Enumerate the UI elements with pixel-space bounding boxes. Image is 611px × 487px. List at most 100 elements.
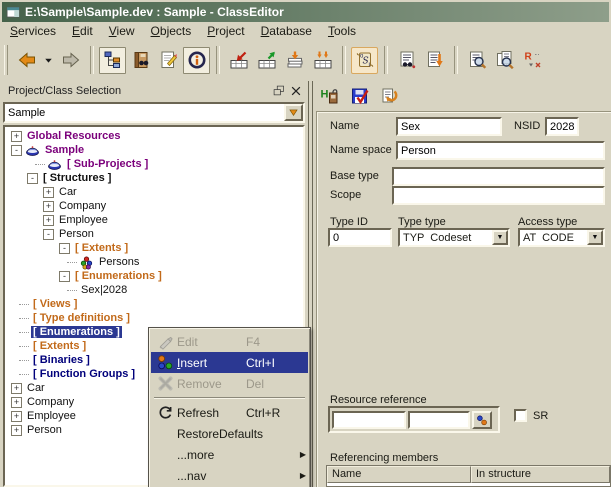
- svg-text:R: R: [524, 52, 532, 63]
- tree-item-structures[interactable]: -[ Structures ]: [5, 171, 303, 185]
- resource-reference-field-1[interactable]: [332, 411, 406, 429]
- namespace-input[interactable]: [396, 141, 605, 160]
- menu-item-shortcut: F4: [246, 335, 296, 349]
- resource-reference-picker-button[interactable]: [472, 411, 492, 429]
- tree-item-label: [ Extents ]: [31, 340, 88, 352]
- docs-magnifier-button[interactable]: [491, 47, 518, 74]
- expand-box-icon[interactable]: +: [43, 187, 54, 198]
- sr-checkbox[interactable]: [514, 409, 527, 422]
- doc-magnifier-button[interactable]: [463, 47, 490, 74]
- collapse-box-icon[interactable]: -: [11, 145, 22, 156]
- basetype-input[interactable]: [392, 167, 605, 186]
- accesstype-dropdown[interactable]: AT CODE ▼: [518, 228, 605, 247]
- book-glasses-icon: [131, 50, 151, 70]
- collapse-box-icon[interactable]: -: [59, 271, 70, 282]
- filter-dropdown-button[interactable]: [284, 104, 303, 121]
- context-menu-item-insert[interactable]: InsertCtrl+I: [151, 352, 308, 373]
- typetype-dropdown-arrow-icon[interactable]: ▼: [492, 230, 508, 245]
- column-header-in-structure[interactable]: In structure: [471, 466, 610, 483]
- caret-down-button[interactable]: [41, 47, 56, 74]
- tree-item-car[interactable]: +Car: [5, 185, 303, 199]
- menu-item-shortcut: Ctrl+R: [246, 406, 296, 420]
- scroll-info-icon: Soi: [355, 50, 375, 70]
- doc-glasses-button[interactable]: [393, 47, 420, 74]
- tree-item-label: [ Type definitions ]: [31, 312, 132, 324]
- table-checkin-button[interactable]: [253, 47, 280, 74]
- r-nav-button[interactable]: R: [519, 47, 546, 74]
- undo-button[interactable]: [380, 86, 400, 106]
- expand-box-icon[interactable]: +: [11, 383, 22, 394]
- tree-item-persons[interactable]: Persons: [5, 255, 303, 269]
- table-checkout-button[interactable]: [225, 47, 252, 74]
- accesstype-dropdown-arrow-icon[interactable]: ▼: [587, 230, 603, 245]
- back-arrow-button[interactable]: [13, 47, 40, 74]
- forward-arrow-icon: [61, 50, 81, 70]
- titlebar[interactable]: E:\Sample\Sample.dev : Sample - ClassEdi…: [2, 2, 609, 22]
- tree-item-extents[interactable]: -[ Extents ]: [5, 241, 303, 255]
- save-check-button[interactable]: [350, 86, 370, 106]
- refresh-icon-cell: [153, 404, 177, 422]
- tree-item-sex-2028[interactable]: Sex|2028: [5, 283, 303, 297]
- collapse-box-icon[interactable]: -: [27, 173, 38, 184]
- tree-item-sample[interactable]: -Sample: [5, 143, 303, 157]
- tree-view-button[interactable]: [99, 47, 126, 74]
- tree-item-global-resources[interactable]: +Global Resources: [5, 129, 303, 143]
- expand-box-icon[interactable]: +: [43, 215, 54, 226]
- tree-item-views[interactable]: [ Views ]: [5, 297, 303, 311]
- tree-item-company[interactable]: +Company: [5, 199, 303, 213]
- context-menu-item-restoredefaults[interactable]: RestoreDefaults: [151, 423, 308, 444]
- papers-down-button[interactable]: [281, 47, 308, 74]
- forward-arrow-button[interactable]: [57, 47, 84, 74]
- menu-services[interactable]: Services: [2, 22, 64, 40]
- nsid-input[interactable]: [545, 117, 579, 136]
- ref-balls-icon: [475, 413, 489, 427]
- menu-tools[interactable]: Tools: [320, 22, 364, 40]
- context-menu-item-refresh[interactable]: RefreshCtrl+R: [151, 402, 308, 423]
- table-import-button[interactable]: [309, 47, 336, 74]
- expand-box-icon[interactable]: +: [11, 411, 22, 422]
- typetype-dropdown[interactable]: TYP Codeset ▼: [398, 228, 510, 247]
- context-menu-item-nav[interactable]: ...nav▶: [151, 465, 308, 486]
- tree-item-sub-projects[interactable]: [ Sub-Projects ]: [5, 157, 303, 171]
- menu-objects[interactable]: Objects: [143, 22, 200, 40]
- close-icon[interactable]: [289, 84, 303, 98]
- tree-connector: [19, 346, 29, 347]
- menu-item-label: ...more: [177, 448, 214, 462]
- edit-doc-button[interactable]: [155, 47, 182, 74]
- accesstype-label: Access type: [518, 216, 577, 228]
- tree-item-label: Person: [57, 228, 96, 240]
- expand-box-icon[interactable]: +: [11, 131, 22, 142]
- toolbar-grip[interactable]: [4, 45, 8, 75]
- column-header-name[interactable]: Name: [327, 466, 471, 483]
- tree-connector: [19, 374, 29, 375]
- h-grinder-button[interactable]: H: [320, 86, 340, 106]
- expand-box-icon[interactable]: +: [11, 397, 22, 408]
- scroll-info-button[interactable]: Soi: [351, 47, 378, 74]
- tree-item-label: [ Views ]: [31, 298, 79, 310]
- menu-database[interactable]: Database: [253, 22, 320, 40]
- circle-info-button[interactable]: [183, 47, 210, 74]
- menu-project[interactable]: Project: [199, 22, 252, 40]
- menu-item-label: ...nav: [177, 469, 206, 483]
- tree-item-employee[interactable]: +Employee: [5, 213, 303, 227]
- menu-icon-spacer: [153, 467, 177, 485]
- collapse-box-icon[interactable]: -: [43, 229, 54, 240]
- resource-reference-field-2[interactable]: [408, 411, 470, 429]
- typeid-input[interactable]: [328, 228, 392, 247]
- menu-edit[interactable]: Edit: [64, 22, 101, 40]
- name-input[interactable]: [396, 117, 502, 136]
- tree-item-person[interactable]: -Person: [5, 227, 303, 241]
- scope-input[interactable]: [392, 186, 605, 205]
- collapse-box-icon[interactable]: -: [59, 243, 70, 254]
- expand-box-icon[interactable]: +: [11, 425, 22, 436]
- tree-item-type-definitions[interactable]: [ Type definitions ]: [5, 311, 303, 325]
- menu-view[interactable]: View: [101, 22, 143, 40]
- book-glasses-button[interactable]: [127, 47, 154, 74]
- expand-box-icon[interactable]: +: [43, 201, 54, 212]
- tree-item-enumerations[interactable]: -[ Enumerations ]: [5, 269, 303, 283]
- filter-input[interactable]: [5, 104, 284, 121]
- context-menu-item-more[interactable]: ...more▶: [151, 444, 308, 465]
- doc-down-button[interactable]: [421, 47, 448, 74]
- table-header-row: NameIn structure: [327, 466, 610, 483]
- float-icon[interactable]: [272, 84, 286, 98]
